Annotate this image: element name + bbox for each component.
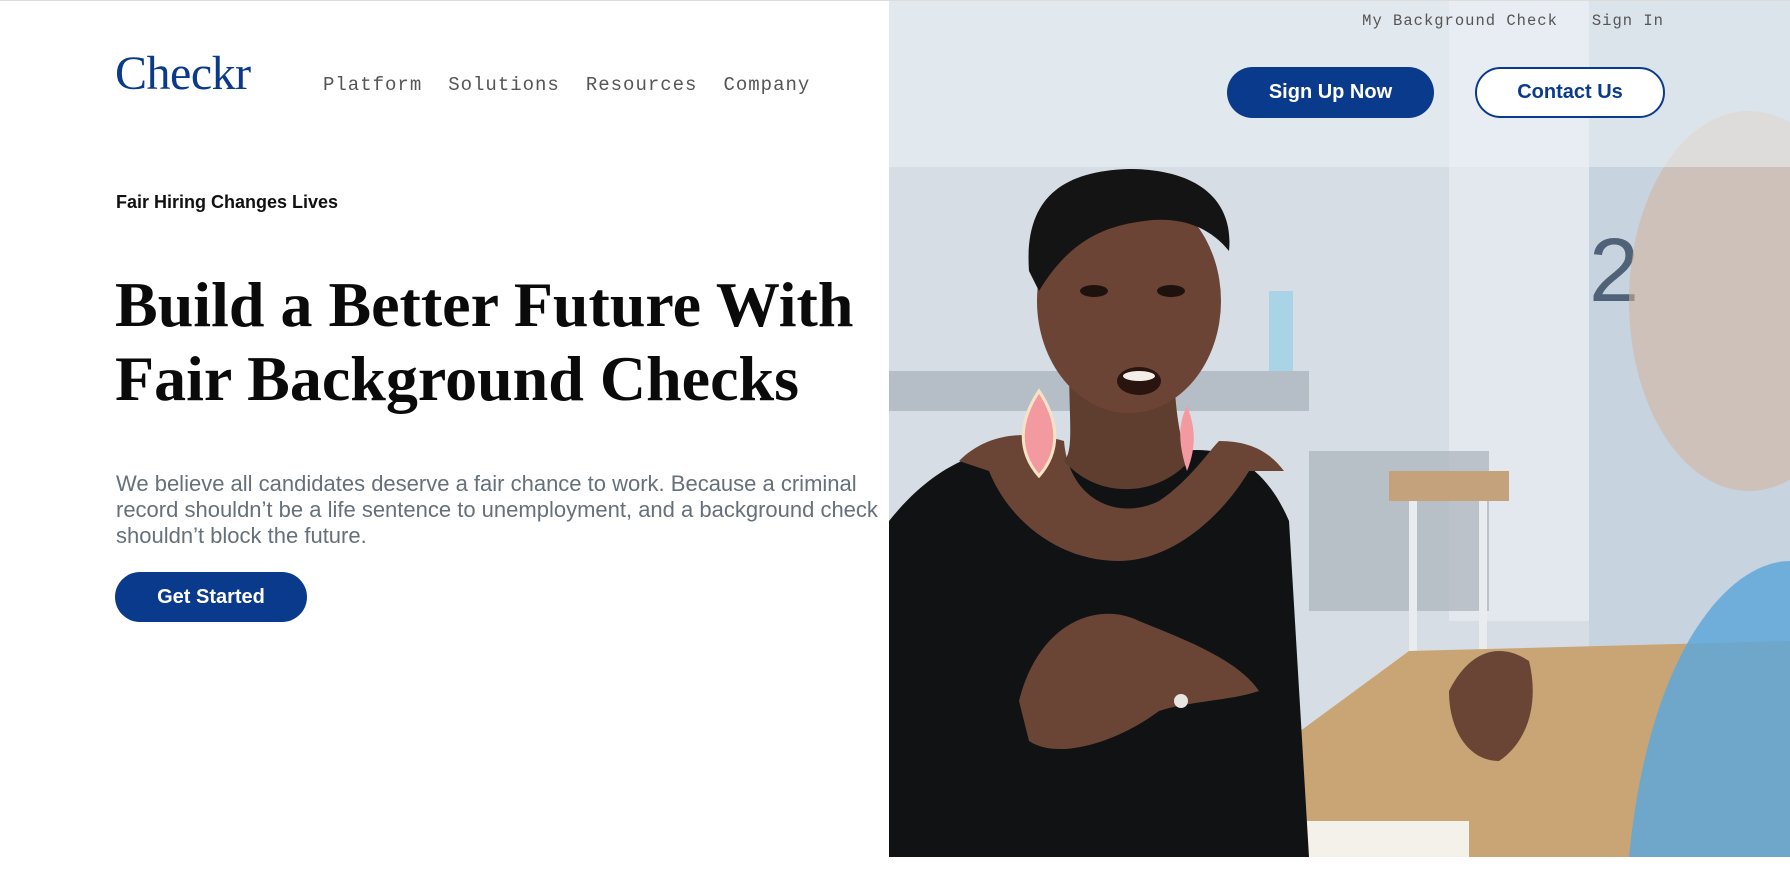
main-nav: Platform Solutions Resources Company <box>323 74 810 96</box>
contact-us-button[interactable]: Contact Us <box>1475 67 1665 118</box>
nav-solutions[interactable]: Solutions <box>448 74 560 96</box>
hero-body-text: We believe all candidates deserve a fair… <box>116 471 878 548</box>
sign-in-link[interactable]: Sign In <box>1592 12 1664 30</box>
hero-eyebrow: Fair Hiring Changes Lives <box>116 192 339 212</box>
sign-up-now-button[interactable]: Sign Up Now <box>1227 67 1434 118</box>
my-background-check-link[interactable]: My Background Check <box>1362 12 1558 30</box>
checkr-logo[interactable]: Checkr <box>115 46 251 101</box>
hero-headline-line-1: Build a Better Future With <box>115 269 854 340</box>
utility-nav: My Background Check Sign In <box>1362 12 1664 30</box>
hero-headline-line-2: Fair Background Checks <box>115 343 799 414</box>
get-started-button[interactable]: Get Started <box>115 572 307 622</box>
hero-image: 2 <box>889 1 1790 857</box>
hero-headline: Build a Better Future With Fair Backgrou… <box>115 268 895 416</box>
nav-resources[interactable]: Resources <box>586 74 698 96</box>
nav-platform[interactable]: Platform <box>323 74 422 96</box>
nav-company[interactable]: Company <box>723 74 810 96</box>
